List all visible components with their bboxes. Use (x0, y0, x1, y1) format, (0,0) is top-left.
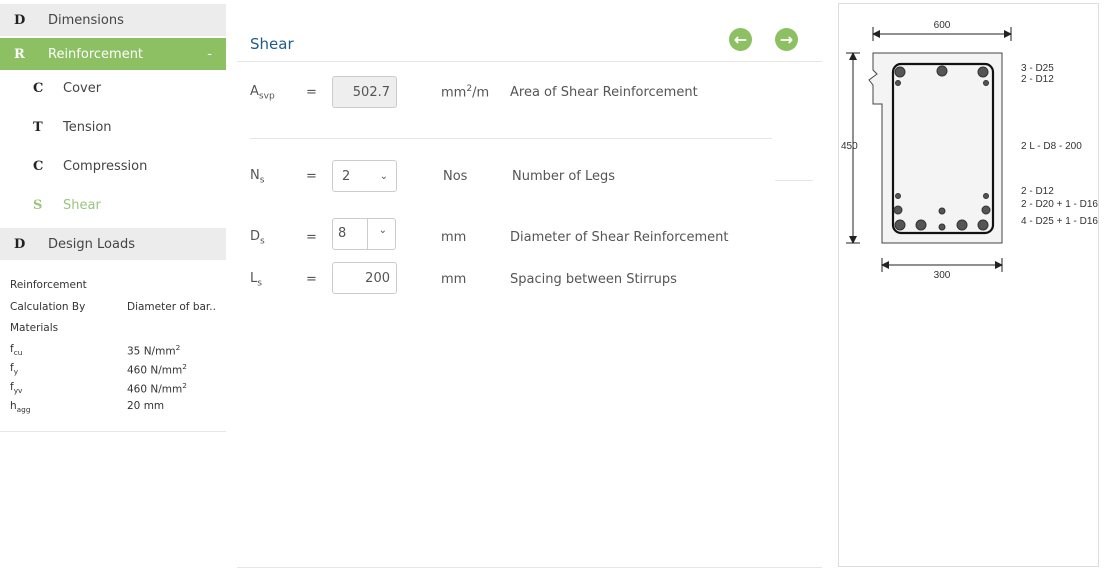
rebar (977, 66, 989, 78)
rebar (895, 193, 901, 199)
rebar (983, 80, 989, 86)
rebar (894, 219, 906, 231)
rebar (938, 207, 946, 215)
rebar-label: 3 - D25 (1021, 63, 1054, 74)
rebar (981, 205, 991, 215)
rebar-label: 2 - D12 (1021, 186, 1054, 197)
rebar (938, 223, 946, 231)
rebar-label: 2 - D12 (1021, 74, 1054, 85)
rebar-label: 4 - D25 + 1 - D16 (1021, 216, 1098, 227)
width-label: 600 (934, 20, 951, 31)
rebar (894, 66, 906, 78)
rebar (977, 219, 989, 231)
height-label: 450 (841, 141, 858, 152)
web-label: 300 (934, 270, 951, 281)
rebar (893, 205, 903, 215)
rebar (956, 219, 968, 231)
section-diagram: 600 450 300 3 - D25 2 - D12 2 L - D8 - 2… (841, 20, 1098, 281)
section-outline (868, 52, 1003, 244)
rebar (936, 65, 948, 77)
stirrup-label: 2 L - D8 - 200 (1021, 141, 1082, 152)
rebar (895, 80, 901, 86)
rebar (983, 193, 989, 199)
rebar (915, 219, 927, 231)
rebar-label: 2 - D20 + 1 - D16 (1021, 199, 1098, 210)
